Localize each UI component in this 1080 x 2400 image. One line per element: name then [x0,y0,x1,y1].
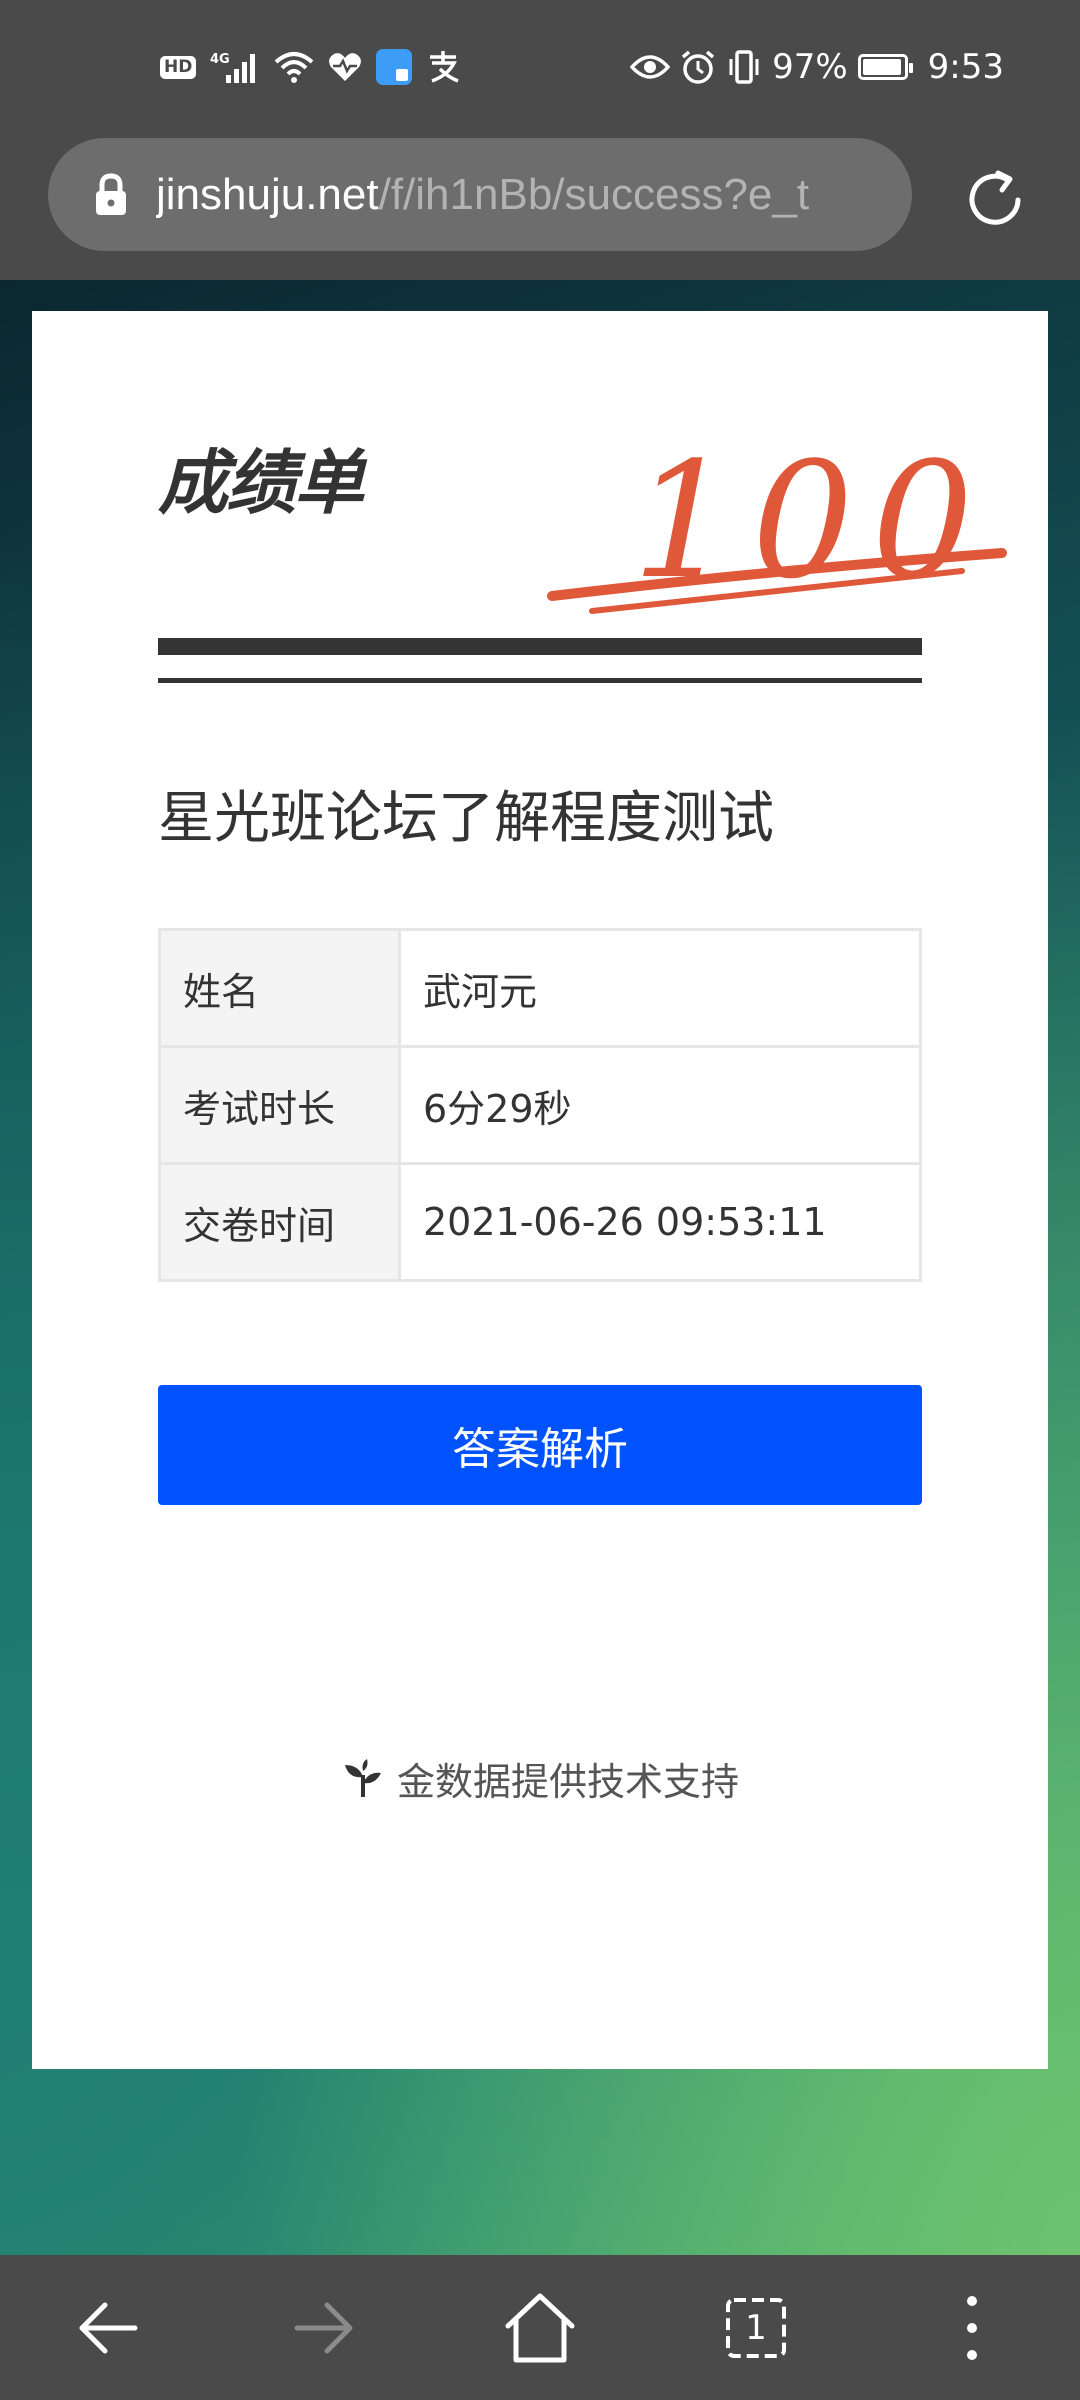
score-stamp: 100 [547,427,1007,614]
clock: 9:53 [927,47,1004,87]
reload-button[interactable] [955,160,1035,240]
result-info-table: 姓名 武河元 考试时长 6分29秒 交卷时间 2021-06-26 09:53:… [158,928,922,1282]
status-right-icons: 97% 9:53 [630,42,1004,92]
more-menu-button[interactable] [912,2255,1032,2400]
battery-percent: 97% [772,47,848,87]
row-value: 2021-06-26 09:53:11 [398,1162,922,1282]
wifi-icon [275,52,314,83]
hd-icon: HD [160,55,197,79]
row-label: 交卷时间 [158,1162,401,1282]
app-badge-icon [376,49,413,85]
home-icon [505,2293,575,2362]
row-value: 6分29秒 [398,1045,922,1165]
more-vertical-icon [967,2295,977,2360]
arrow-right-icon [294,2302,353,2353]
answer-analysis-button[interactable]: 答案解析 [158,1385,922,1505]
table-row: 交卷时间 2021-06-26 09:53:11 [158,1162,922,1282]
divider-thin [158,678,922,683]
address-bar[interactable]: jinshuju.net/f/ih1nBb/success?e_t [48,138,912,251]
url-text: jinshuju.net/f/ih1nBb/success?e_t [156,170,809,220]
alarm-icon [681,50,715,84]
tabs-icon [726,2297,786,2358]
battery-level [862,59,902,75]
health-icon [329,53,362,81]
report-title: 成绩单 [158,442,364,524]
home-button[interactable] [480,2255,600,2400]
result-card: 成绩单 100 星光班论坛了解程度测试 姓名 武河元 考试时长 6分29秒 交卷… [32,311,1048,2069]
powered-by-footer[interactable]: 金数据提供技术支持 [32,1751,1048,1806]
back-button[interactable] [48,2255,168,2400]
table-row: 考试时长 6分29秒 [158,1045,922,1165]
tabs-button[interactable]: 1 [696,2255,816,2400]
powered-by-text: 金数据提供技术支持 [396,1760,739,1804]
row-value: 武河元 [398,928,922,1048]
row-label: 姓名 [158,928,401,1048]
signal-4g-icon: 4G [210,52,256,83]
url-path: /f/ih1nBb/success?e_t [378,169,810,219]
vibrate-icon [729,50,759,84]
network-type-label: 4G [210,52,230,67]
status-left-icons: HD 4G [160,42,462,92]
alipay-icon [430,51,460,83]
table-row: 姓名 武河元 [158,928,922,1048]
browser-bottom-nav: 1 [0,2255,1080,2400]
forward-button[interactable] [264,2255,384,2400]
battery-icon [857,54,913,80]
status-bar: HD 4G 97% 9:53 [0,0,1080,135]
exam-title: 星光班论坛了解程度测试 [158,786,774,851]
lock-icon [96,172,126,215]
url-domain: jinshuju.net [156,169,379,219]
browser-toolbar: jinshuju.net/f/ih1nBb/success?e_t [0,135,1080,280]
sprout-icon [344,1758,381,1797]
row-label: 考试时长 [158,1045,401,1165]
arrow-left-icon [79,2302,138,2353]
divider-thick [158,638,922,655]
eye-icon [630,55,671,79]
reload-icon [969,170,1021,225]
